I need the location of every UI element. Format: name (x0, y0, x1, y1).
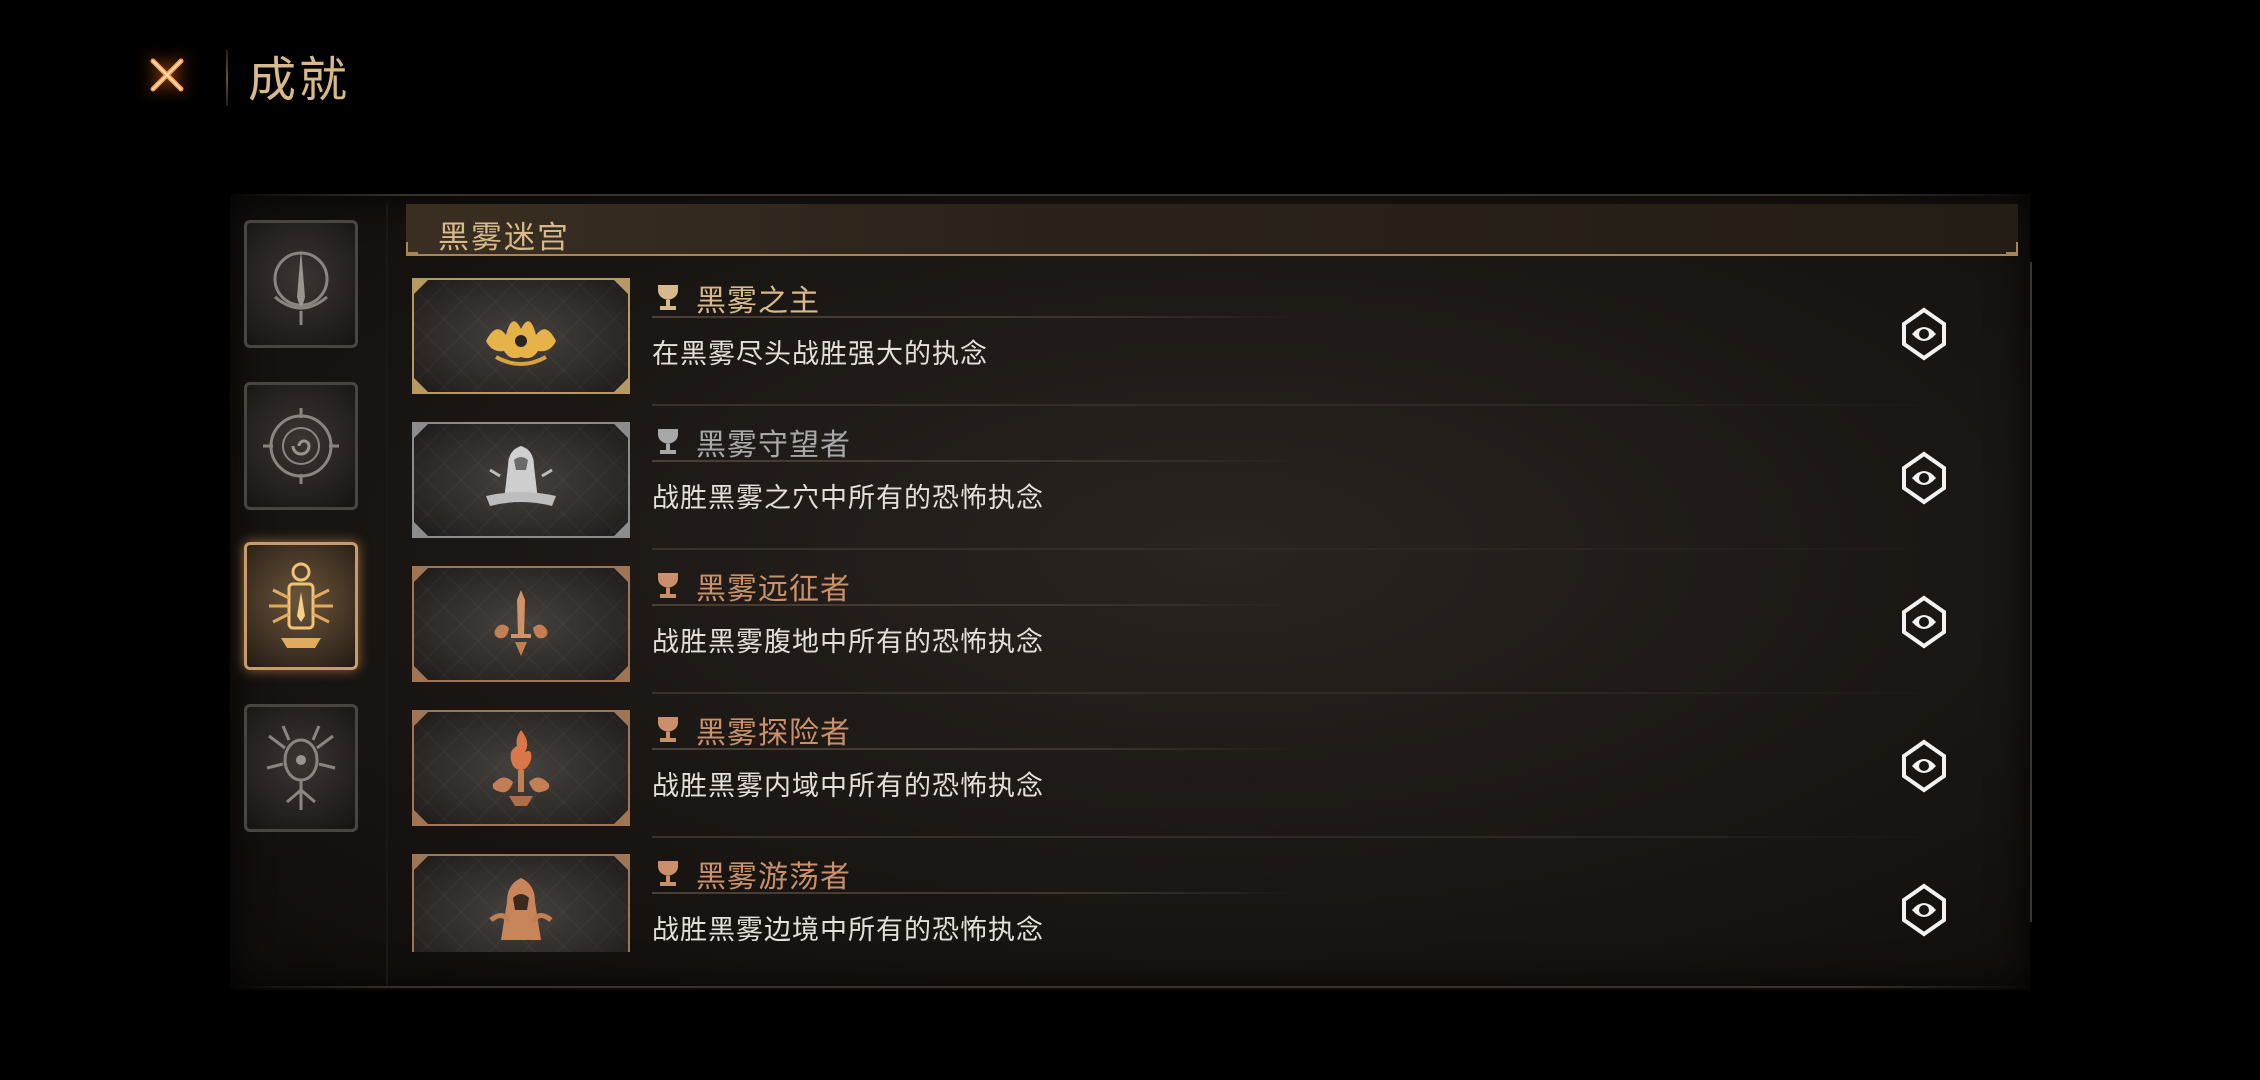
achievement-description: 战胜黑雾腹地中所有的恐怖执念 (652, 627, 1044, 658)
achievement-name: 黑雾守望者 (696, 428, 851, 463)
name-underline (652, 316, 1302, 318)
row-divider (652, 692, 1952, 694)
header-divider (226, 50, 228, 106)
reward-emblem-icon[interactable] (1896, 882, 1952, 938)
spiral-eye-sigil-icon (263, 408, 339, 484)
achievement-name: 黑雾之主 (696, 284, 820, 319)
category-tab-2[interactable] (244, 382, 358, 510)
sidebar-divider (386, 205, 388, 985)
achievement-thumbnail (412, 710, 630, 826)
trophy-icon (658, 717, 678, 742)
row-divider (652, 836, 1952, 838)
achievement-list[interactable]: 黑雾之主 在黑雾尽头战胜强大的执念 黑雾守望者 战胜黑雾之穴中所有的恐怖执念 黑… (406, 270, 2018, 952)
lantern-sigil-icon (269, 562, 333, 648)
achievement-thumbnail (412, 422, 630, 538)
crown-flame-icon (486, 321, 556, 366)
achievement-description: 战胜黑雾内域中所有的恐怖执念 (652, 771, 1044, 802)
row-divider (652, 404, 1952, 406)
reward-emblem-icon[interactable] (1896, 594, 1952, 650)
category-tab-1[interactable] (244, 220, 358, 348)
achievement-description: 在黑雾尽头战胜强大的执念 (652, 339, 988, 370)
achievement-thumbnail (412, 854, 630, 952)
achievement-description: 战胜黑雾边境中所有的恐怖执念 (652, 915, 1044, 946)
name-underline (652, 604, 1302, 606)
list-scrollbar[interactable] (2030, 262, 2032, 922)
name-underline (652, 748, 1302, 750)
close-button[interactable] (140, 48, 194, 102)
trophy-icon (658, 861, 678, 886)
achievement-name: 黑雾探险者 (696, 716, 851, 751)
section-header: 黑雾迷宫 (406, 204, 2018, 256)
torch-cloud-icon (492, 730, 550, 806)
trophy-icon (658, 285, 678, 310)
trophy-icon (658, 429, 678, 454)
tree-sigil-icon (266, 725, 336, 810)
close-x-icon (150, 58, 184, 92)
reward-emblem-icon[interactable] (1896, 306, 1952, 362)
achievement-name: 黑雾远征者 (696, 572, 851, 607)
horn-sigil-icon (273, 249, 329, 325)
achievement-thumbnail (412, 278, 630, 394)
achievement-row[interactable]: 黑雾游荡者 战胜黑雾边境中所有的恐怖执念 (406, 846, 2018, 952)
page-title: 成就 (248, 52, 351, 108)
hooded-figure-icon (486, 446, 556, 506)
achievement-row[interactable]: 黑雾远征者 战胜黑雾腹地中所有的恐怖执念 (406, 558, 2018, 702)
achievement-row[interactable]: 黑雾之主 在黑雾尽头战胜强大的执念 (406, 270, 2018, 414)
achievement-thumbnail (412, 566, 630, 682)
category-tab-4[interactable] (244, 704, 358, 832)
panel-top-border (230, 194, 2030, 196)
achievement-row[interactable]: 黑雾探险者 战胜黑雾内域中所有的恐怖执念 (406, 702, 2018, 846)
row-divider (652, 548, 1952, 550)
sword-cloud-icon (494, 590, 548, 656)
panel-bottom-border (230, 986, 2030, 988)
name-underline (652, 460, 1302, 462)
trophy-icon (658, 573, 678, 598)
cloak-figure-icon (489, 878, 553, 940)
achievement-row[interactable]: 黑雾守望者 战胜黑雾之穴中所有的恐怖执念 (406, 414, 2018, 558)
achievement-description: 战胜黑雾之穴中所有的恐怖执念 (652, 483, 1044, 514)
name-underline (652, 892, 1302, 894)
achievement-name: 黑雾游荡者 (696, 860, 851, 895)
section-title: 黑雾迷宫 (438, 220, 570, 256)
reward-emblem-icon[interactable] (1896, 450, 1952, 506)
reward-emblem-icon[interactable] (1896, 738, 1952, 794)
category-tab-3[interactable] (244, 542, 358, 670)
